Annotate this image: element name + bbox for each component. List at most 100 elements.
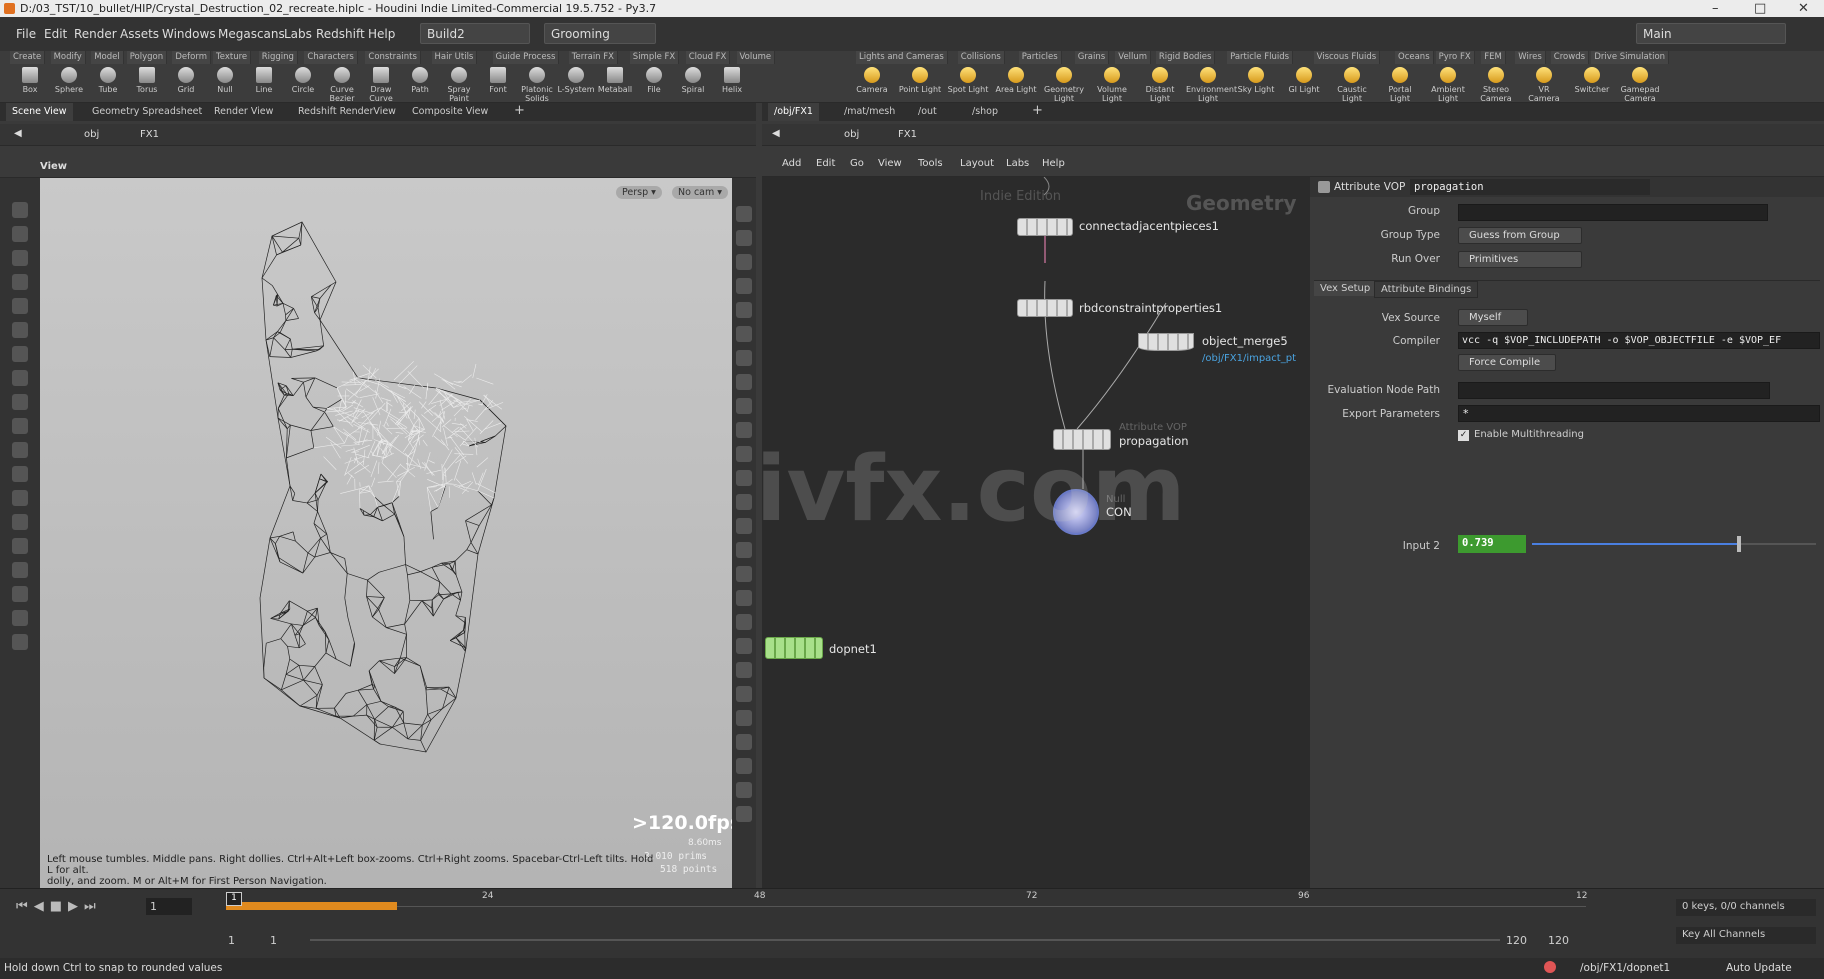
viewport-tool-icon[interactable] [12,466,28,482]
viewport-tool-icon[interactable] [12,298,28,314]
tab-vex-setup[interactable]: Vex Setup [1314,281,1377,296]
group-field[interactable] [1458,204,1768,221]
viewport-tool-icon[interactable] [736,614,752,630]
tab-out[interactable]: /out [912,103,943,121]
shelf-tab-constraints[interactable]: Constraints [365,51,421,64]
shelf-tab-create[interactable]: Create [10,51,46,64]
camera-menu[interactable]: No cam ▾ [672,186,729,199]
shelf-tab-cloud-fx[interactable]: Cloud FX [685,51,731,64]
shelf-tab-viscous-fluids[interactable]: Viscous Fluids [1313,51,1381,64]
menu-file[interactable]: File [16,27,36,41]
tab-geometry-spreadsheet[interactable]: Geometry Spreadsheet [86,103,208,121]
light-tool-ambient-light[interactable]: Ambient Light [1426,67,1470,103]
light-tool-point-light[interactable]: Point Light [898,67,942,103]
create-tool-torus[interactable]: Torus [125,67,169,103]
viewport-tool-icon[interactable] [736,398,752,414]
viewport-tool-icon[interactable] [736,662,752,678]
viewport-tool-icon[interactable] [736,494,752,510]
shelf-tab-modify[interactable]: Modify [50,51,86,64]
viewport-tool-icon[interactable] [12,226,28,242]
menu-megascans[interactable]: Megascans [218,27,285,41]
tab-redshift-renderview[interactable]: Redshift RenderView [292,103,402,121]
net-menu-go[interactable]: Go [850,158,864,169]
viewport-tool-icon[interactable] [12,562,28,578]
range-end[interactable]: 120 [1506,934,1527,947]
tab-mat-mesh[interactable]: /mat/mesh [838,103,901,121]
playback-controls[interactable]: ⏮◀■▶⏭ [16,899,102,914]
network-path-obj[interactable]: obj [844,129,859,140]
add-tab-icon[interactable]: + [508,103,531,121]
timeline-track[interactable]: 1 24 48 72 96 12 [226,891,1587,919]
viewport-tool-icon[interactable] [12,202,28,218]
shelf-tab-hair-utils[interactable]: Hair Utils [431,51,478,64]
shelf-tab-polygon[interactable]: Polygon [126,51,168,64]
menu-help[interactable]: Help [368,27,395,41]
tab-attribute-bindings[interactable]: Attribute Bindings [1374,281,1479,298]
net-menu-layout[interactable]: Layout [960,158,994,169]
net-menu-view[interactable]: View [878,158,902,169]
build-selector[interactable]: Build2 [420,23,530,44]
viewport-tool-icon[interactable] [12,394,28,410]
shelf-tab-characters[interactable]: Characters [304,51,358,64]
viewport-tool-icon[interactable] [736,518,752,534]
node-object-merge5[interactable] [1138,333,1194,351]
node-connectadjacentpieces1[interactable] [1017,218,1073,236]
viewport-tool-icon[interactable] [736,710,752,726]
net-menu-labs[interactable]: Labs [1006,158,1029,169]
shelf-tab-simple-fx[interactable]: Simple FX [629,51,680,64]
viewport-tool-icon[interactable] [12,490,28,506]
eval-path-field[interactable] [1458,382,1770,399]
tab-composite-view[interactable]: Composite View [406,103,494,121]
create-tool-curve-bezier[interactable]: Curve Bezier [320,67,364,103]
shelf-tab-drive-simulation[interactable]: Drive Simulation [1591,51,1670,64]
create-tool-path[interactable]: Path [398,67,442,103]
light-tool-vr-camera[interactable]: VR Camera [1522,67,1566,103]
viewport-tool-icon[interactable] [736,422,752,438]
light-tool-gamepad-camera[interactable]: Gamepad Camera [1618,67,1662,103]
viewport-tool-icon[interactable] [736,326,752,342]
back-icon[interactable]: ◀ [14,128,22,139]
light-tool-camera[interactable]: Camera [850,67,894,103]
current-frame-field[interactable]: 1 [146,898,192,915]
viewport-tool-icon[interactable] [736,734,752,750]
shelf-tab-texture[interactable]: Texture [213,51,252,64]
light-tool-gi-light[interactable]: GI Light [1282,67,1326,103]
desktop-selector[interactable]: Grooming [544,23,656,44]
menu-labs[interactable]: Labs [284,27,312,41]
viewport-tool-icon[interactable] [736,374,752,390]
viewport-tool-icon[interactable] [12,370,28,386]
network-editor[interactable]: Indie Edition Geometry connectadjacentpi… [762,177,1310,888]
menu-render[interactable]: Render [74,27,117,41]
tab-shop[interactable]: /shop [966,103,1004,121]
shelf-tab-wires[interactable]: Wires [1515,51,1546,64]
persp-menu[interactable]: Persp ▾ [616,186,662,199]
close-icon[interactable]: ✕ [1798,1,1809,16]
menu-redshift[interactable]: Redshift [316,27,365,41]
viewport-tool-icon[interactable] [736,638,752,654]
viewport-tool-icon[interactable] [12,274,28,290]
multithread-checkbox[interactable]: ✓ [1458,430,1469,441]
create-tool-box[interactable]: Box [8,67,52,103]
shelf-tab-particles[interactable]: Particles [1018,51,1062,64]
create-tool-file[interactable]: File [632,67,676,103]
shelf-tab-fem[interactable]: FEM [1481,51,1506,64]
light-tool-stereo-camera[interactable]: Stereo Camera [1474,67,1518,103]
input2-slider-track[interactable] [1532,536,1816,552]
shelf-tab-pyro-fx[interactable]: Pyro FX [1435,51,1475,64]
menu-edit[interactable]: Edit [44,27,67,41]
viewport-tool-icon[interactable] [12,442,28,458]
viewport-tool-icon[interactable] [736,686,752,702]
run-over-menu[interactable]: Primitives [1458,251,1582,268]
shelf-tab-terrain-fx[interactable]: Terrain FX [568,51,618,64]
range-slider[interactable] [310,939,1500,941]
compiler-field[interactable]: vcc -q $VOP_INCLUDEPATH -o $VOP_OBJECTFI… [1458,332,1820,349]
net-menu-add[interactable]: Add [782,158,801,169]
viewport-tool-icon[interactable] [12,322,28,338]
light-tool-volume-light[interactable]: Volume Light [1090,67,1134,103]
create-tool-spray-paint[interactable]: Spray Paint [437,67,481,103]
viewport-tool-icon[interactable] [736,470,752,486]
light-tool-area-light[interactable]: Area Light [994,67,1038,103]
auto-update-menu[interactable]: Auto Update [1726,962,1792,974]
viewport-tool-icon[interactable] [12,250,28,266]
viewport-tool-icon[interactable] [736,566,752,582]
